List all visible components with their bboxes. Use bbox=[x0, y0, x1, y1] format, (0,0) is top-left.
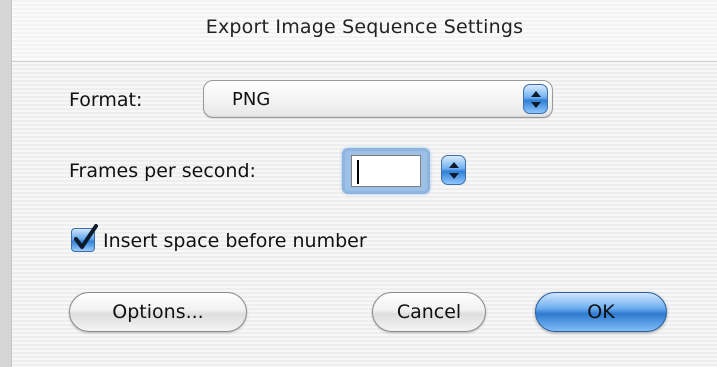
fps-label: Frames per second: bbox=[69, 160, 256, 182]
fps-stepper-arrows-icon[interactable] bbox=[441, 155, 466, 185]
checkmark-icon bbox=[74, 224, 98, 249]
window-edge bbox=[0, 0, 12, 367]
format-label: Format: bbox=[69, 89, 143, 111]
format-popup[interactable]: PNG bbox=[203, 80, 553, 118]
insert-space-checkbox[interactable] bbox=[71, 224, 98, 252]
dialog-title-bar: Export Image Sequence Settings bbox=[12, 0, 717, 62]
options-button[interactable]: Options... bbox=[69, 292, 247, 332]
cancel-button[interactable]: Cancel bbox=[372, 292, 486, 332]
fps-focus-ring bbox=[342, 148, 430, 194]
insert-space-label[interactable]: Insert space before number bbox=[103, 230, 367, 252]
up-down-arrows-icon bbox=[523, 84, 548, 114]
ok-button[interactable]: OK bbox=[535, 292, 667, 332]
format-selected-value: PNG bbox=[232, 89, 271, 110]
text-caret bbox=[357, 160, 359, 184]
dialog-title: Export Image Sequence Settings bbox=[205, 16, 524, 38]
fps-input[interactable] bbox=[351, 155, 421, 187]
